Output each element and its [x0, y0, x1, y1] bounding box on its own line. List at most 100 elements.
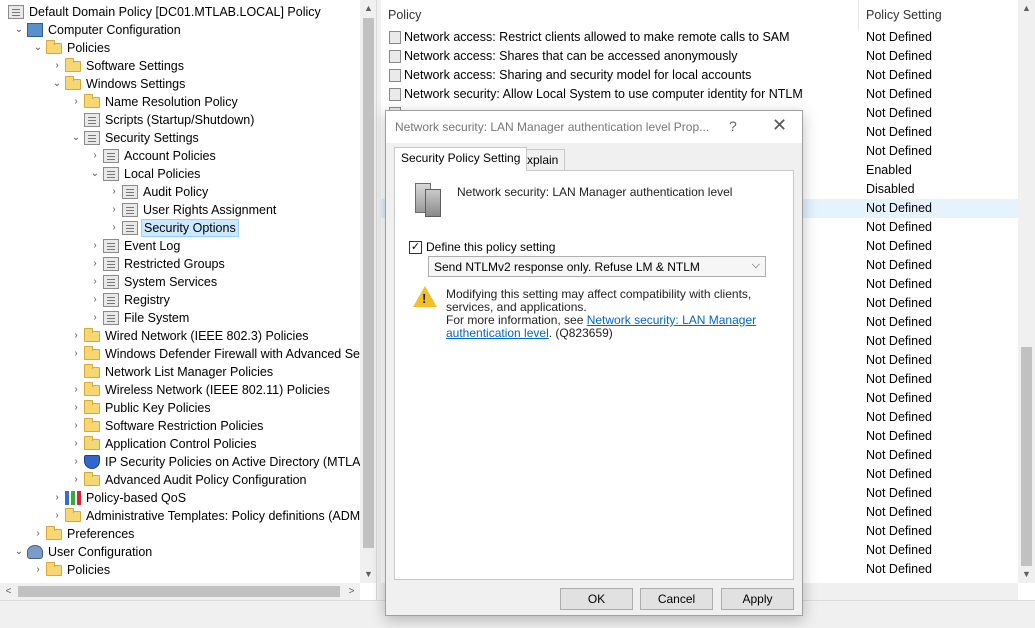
- chevron-right-icon[interactable]: ›: [70, 435, 82, 453]
- tree-item[interactable]: › IP Security Policies on Active Director…: [0, 453, 360, 471]
- scroll-thumb[interactable]: [363, 18, 374, 548]
- scroll-right-arrow-icon[interactable]: >: [343, 583, 360, 600]
- tree-item[interactable]: Scripts (Startup/Shutdown): [0, 111, 360, 129]
- column-header-policy[interactable]: Policy: [388, 8, 421, 22]
- tree-item-label[interactable]: Audit Policy: [141, 183, 210, 201]
- chevron-right-icon[interactable]: ›: [89, 291, 101, 309]
- tree-item-label[interactable]: User Rights Assignment: [141, 201, 278, 219]
- tree-item[interactable]: › Name Resolution Policy: [0, 93, 360, 111]
- chevron-right-icon[interactable]: ›: [51, 57, 63, 75]
- chevron-right-icon[interactable]: ›: [70, 417, 82, 435]
- define-policy-label[interactable]: Define this policy setting: [426, 240, 555, 254]
- chevron-right-icon[interactable]: ›: [108, 201, 120, 219]
- tree-item[interactable]: Network List Manager Policies: [0, 363, 360, 381]
- tree-item[interactable]: › Wired Network (IEEE 802.3) Policies: [0, 327, 360, 345]
- tree-item-label[interactable]: Software Restriction Policies: [103, 417, 265, 435]
- tree-item-label[interactable]: System Services: [122, 273, 219, 291]
- tree-item[interactable]: › User Rights Assignment: [0, 201, 360, 219]
- tree-item-label[interactable]: Software Settings: [84, 57, 186, 75]
- tree-item[interactable]: ⌄ User Configuration: [0, 543, 360, 561]
- tree-item-label[interactable]: Public Key Policies: [103, 399, 213, 417]
- chevron-down-icon[interactable]: ⌄: [70, 129, 82, 147]
- tree-item-label[interactable]: Preferences: [65, 525, 136, 543]
- tree-item[interactable]: › Public Key Policies: [0, 399, 360, 417]
- tree-item-label[interactable]: Windows Defender Firewall with Advanced …: [103, 345, 362, 363]
- tree-item[interactable]: Default Domain Policy [DC01.MTLAB.LOCAL]…: [0, 3, 360, 21]
- policy-row[interactable]: Network access: Sharing and security mod…: [381, 66, 1018, 85]
- tree-item-label[interactable]: Default Domain Policy [DC01.MTLAB.LOCAL]…: [27, 3, 323, 21]
- tree-item[interactable]: › Registry: [0, 291, 360, 309]
- policy-row[interactable]: Network access: Shares that can be acces…: [381, 47, 1018, 66]
- tree-item-label[interactable]: Policies: [65, 39, 112, 57]
- tree-item-label[interactable]: Local Policies: [122, 165, 202, 183]
- apply-button[interactable]: Apply: [721, 588, 794, 610]
- chevron-right-icon[interactable]: ›: [89, 147, 101, 165]
- tree-item[interactable]: › Administrative Templates: Policy defini…: [0, 507, 369, 525]
- tree-item[interactable]: › Policies: [0, 561, 360, 579]
- chevron-right-icon[interactable]: ›: [70, 453, 82, 471]
- tree-item-label[interactable]: Application Control Policies: [103, 435, 258, 453]
- tree-item[interactable]: › Software Settings: [0, 57, 360, 75]
- tree-horizontal-scrollbar[interactable]: < >: [0, 583, 360, 600]
- tree-item-label[interactable]: Security Settings: [103, 129, 201, 147]
- tree-item[interactable]: ⌄ Computer Configuration: [0, 21, 360, 39]
- tree-item[interactable]: › Preferences: [0, 525, 360, 543]
- tree-item-label[interactable]: Advanced Audit Policy Configuration: [103, 471, 309, 489]
- tree-item[interactable]: › Advanced Audit Policy Configuration: [0, 471, 360, 489]
- tree-item[interactable]: › Software Restriction Policies: [0, 417, 360, 435]
- tree-item[interactable]: › System Services: [0, 273, 360, 291]
- tree-item-label[interactable]: File System: [122, 309, 191, 327]
- list-vertical-scrollbar[interactable]: ▲ ▼: [1018, 0, 1035, 583]
- chevron-right-icon[interactable]: ›: [70, 381, 82, 399]
- cancel-button[interactable]: Cancel: [640, 588, 713, 610]
- help-icon[interactable]: ?: [729, 118, 737, 134]
- tree-item[interactable]: › Windows Defender Firewall with Advanced…: [0, 345, 360, 363]
- chevron-right-icon[interactable]: ›: [89, 273, 101, 291]
- chevron-down-icon[interactable]: ⌄: [32, 39, 44, 57]
- tree-item-label[interactable]: Administrative Templates: Policy definit…: [84, 507, 371, 525]
- tree-item-label[interactable]: Wireless Network (IEEE 802.11) Policies: [103, 381, 332, 399]
- chevron-right-icon[interactable]: ›: [51, 489, 63, 507]
- close-icon[interactable]: ✕: [772, 115, 787, 136]
- tree-item[interactable]: › Application Control Policies: [0, 435, 360, 453]
- chevron-down-icon[interactable]: ⌄: [51, 75, 63, 93]
- scroll-up-arrow-icon[interactable]: ▲: [1018, 0, 1035, 17]
- chevron-right-icon[interactable]: ›: [89, 255, 101, 273]
- tree-item[interactable]: ⌄ Local Policies: [0, 165, 360, 183]
- column-header-policy-setting[interactable]: Policy Setting: [866, 8, 942, 22]
- tree-item[interactable]: › Policy-based QoS: [0, 489, 360, 507]
- tree-item[interactable]: › Restricted Groups: [0, 255, 360, 273]
- tab-security-policy-setting[interactable]: Security Policy Setting: [394, 147, 528, 171]
- chevron-right-icon[interactable]: ›: [32, 525, 44, 543]
- tree-item-label[interactable]: Policy-based QoS: [84, 489, 188, 507]
- chevron-right-icon[interactable]: ›: [108, 183, 120, 201]
- scroll-thumb[interactable]: [18, 586, 340, 597]
- tree-item[interactable]: › Account Policies: [0, 147, 360, 165]
- column-separator[interactable]: [858, 0, 859, 30]
- tree-item[interactable]: › Wireless Network (IEEE 802.11) Policies: [0, 381, 360, 399]
- tree-item[interactable]: › Event Log: [0, 237, 360, 255]
- tree-item-label[interactable]: Restricted Groups: [122, 255, 227, 273]
- tree-item-label[interactable]: Scripts (Startup/Shutdown): [103, 111, 256, 129]
- scroll-up-arrow-icon[interactable]: ▲: [360, 0, 376, 17]
- chevron-right-icon[interactable]: ›: [70, 345, 82, 363]
- tree-item[interactable]: ⌄ Policies: [0, 39, 360, 57]
- chevron-right-icon[interactable]: ›: [70, 93, 82, 111]
- tree-item[interactable]: › File System: [0, 309, 360, 327]
- tree-item[interactable]: › Audit Policy: [0, 183, 360, 201]
- scroll-thumb[interactable]: [1021, 347, 1032, 566]
- scroll-down-arrow-icon[interactable]: ▼: [1018, 566, 1035, 583]
- chevron-right-icon[interactable]: ›: [70, 399, 82, 417]
- tree-item-label[interactable]: Network List Manager Policies: [103, 363, 275, 381]
- tree-item[interactable]: ⌄ Windows Settings: [0, 75, 360, 93]
- ok-button[interactable]: OK: [560, 588, 633, 610]
- chevron-down-icon[interactable]: ⌄: [13, 21, 25, 39]
- policy-row[interactable]: Network access: Restrict clients allowed…: [381, 28, 1018, 47]
- tree-item-label[interactable]: IP Security Policies on Active Directory…: [103, 453, 362, 471]
- tree-item[interactable]: ⌄ Security Settings: [0, 129, 360, 147]
- tree-item-label[interactable]: Windows Settings: [84, 75, 187, 93]
- tree-item-label[interactable]: Computer Configuration: [46, 21, 183, 39]
- tree-item-label[interactable]: Policies: [65, 561, 112, 579]
- tree-item-label[interactable]: Security Options: [141, 219, 239, 237]
- chevron-right-icon[interactable]: ›: [32, 561, 44, 579]
